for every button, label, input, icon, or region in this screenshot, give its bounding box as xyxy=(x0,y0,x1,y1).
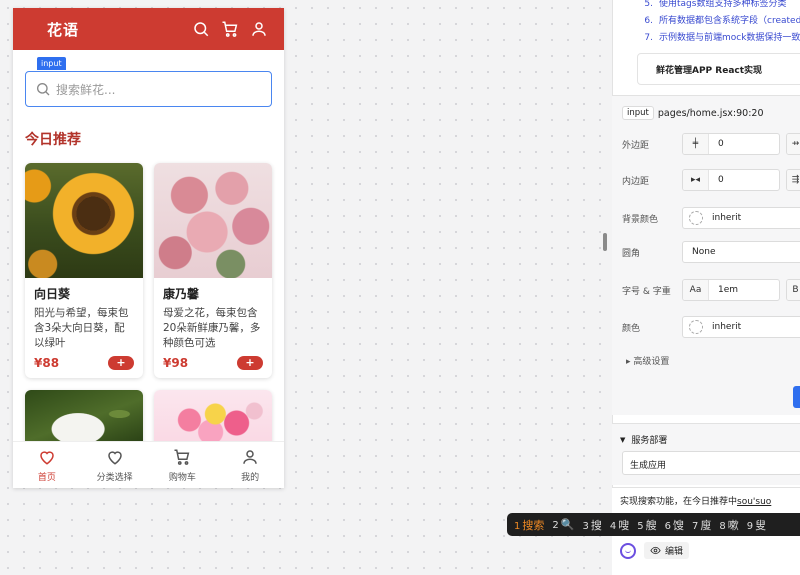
color-label: 颜色 xyxy=(622,323,641,334)
text-color-input[interactable]: inherit xyxy=(682,316,800,338)
padding-row: 内边距 ▸◂ 0 ⇶ xyxy=(622,169,800,191)
product-image xyxy=(25,163,143,278)
tab-cart[interactable]: 购物车 xyxy=(152,448,212,483)
product-card[interactable]: 康乃馨 母爱之花，每束包含20朵新鲜康乃馨，多种颜色可选 ¥98 + xyxy=(154,163,272,378)
color-row: 颜色 inherit xyxy=(622,316,800,338)
ime-candidate[interactable]: 4嗖 xyxy=(610,517,629,533)
search-placeholder: 搜索鲜花... xyxy=(56,82,116,97)
padding-side-icon: ⇶ xyxy=(787,170,800,190)
padding-label: 内边距 xyxy=(622,176,650,187)
color-swatch-icon xyxy=(689,211,703,225)
ime-candidate[interactable]: 2 🔍 xyxy=(552,518,574,531)
font-weight-icon: B xyxy=(787,280,800,300)
radius-select[interactable]: None xyxy=(682,241,800,263)
background-label: 背景颜色 xyxy=(622,214,659,225)
edit-button[interactable]: 编辑 xyxy=(644,542,690,559)
chat-history: 5. 使用tags数组支持多种标签分类 6. 所有数据都包含系统字段（created… xyxy=(613,0,800,92)
section-title: 今日推荐 xyxy=(25,132,81,148)
margin-icon: ╪ xyxy=(683,134,709,154)
background-row: 背景颜色 inherit xyxy=(622,207,800,229)
selected-element-tag: input xyxy=(37,57,66,70)
font-size-input[interactable]: Aa 1em xyxy=(682,279,780,301)
element-path: pages/home.jsx:90:20 xyxy=(657,107,764,119)
margin-secondary-input[interactable]: ⇸ xyxy=(786,133,800,155)
ime-candidate[interactable]: 3搜 xyxy=(582,517,601,533)
add-to-cart-button[interactable]: + xyxy=(108,356,134,370)
padding-icon: ▸◂ xyxy=(683,170,709,190)
deploy-toggle[interactable]: ▼ 服务部署 xyxy=(620,433,667,447)
tab-label: 我的 xyxy=(241,472,260,483)
product-desc: 阳光与希望，每束包含3朵大向日葵，配以绿叶 xyxy=(34,307,129,349)
font-label: 字号 & 字重 xyxy=(622,286,671,297)
artifact-card[interactable]: 鲜花管理APP React实现 xyxy=(637,53,800,85)
search-wrapper: input 搜索鲜花... xyxy=(25,57,272,107)
heart-icon xyxy=(40,450,54,465)
style-properties-panel: input pages/home.jsx:90:20 外边距 ╪ 0 ⇸ 内边距… xyxy=(612,95,800,415)
margin-row: 外边距 ╪ 0 ⇸ xyxy=(622,133,800,155)
deploy-section: ▼ 服务部署 生成应用 xyxy=(612,423,800,485)
padding-input[interactable]: ▸◂ 0 xyxy=(682,169,780,191)
element-tag-chip: input xyxy=(622,106,654,120)
padding-secondary-input[interactable]: ⇶ xyxy=(786,169,800,191)
color-swatch-icon xyxy=(689,320,703,334)
panel-resize-handle[interactable] xyxy=(603,233,607,251)
font-size-icon: Aa xyxy=(683,280,709,300)
product-grid: 向日葵 阳光与希望，每束包含3朵大向日葵，配以绿叶 ¥88 + 康乃馨 母爱之花… xyxy=(25,163,284,450)
product-desc: 母爱之花，每束包含20朵新鲜康乃馨，多种颜色可选 xyxy=(163,307,261,349)
heart-outline-icon xyxy=(107,450,122,465)
tab-label: 购物车 xyxy=(168,472,196,483)
generate-app-button[interactable]: 生成应用 xyxy=(622,451,800,475)
font-weight-input[interactable]: B xyxy=(786,279,800,301)
margin-input[interactable]: ╪ 0 xyxy=(682,133,780,155)
eye-icon xyxy=(650,546,661,555)
chat-line: 5. 使用tags数组支持多种标签分类 xyxy=(644,0,787,9)
ime-candidate[interactable]: 6馊 xyxy=(665,517,684,533)
tab-category[interactable]: 分类选择 xyxy=(85,448,145,483)
product-price: ¥98 xyxy=(163,356,189,370)
ime-candidate[interactable]: 7廋 xyxy=(692,517,711,533)
search-icon[interactable] xyxy=(190,18,212,40)
ime-candidate[interactable]: 1 搜索 xyxy=(514,517,544,533)
margin-side-icon: ⇸ xyxy=(787,134,800,154)
radius-row: 圆角 None xyxy=(622,241,800,263)
product-price: ¥88 xyxy=(34,356,60,370)
prompt-toolbar: 编辑 xyxy=(620,542,690,559)
ime-candidate[interactable]: 8嗽 xyxy=(719,517,738,533)
tab-home[interactable]: 首页 xyxy=(17,448,77,483)
radius-label: 圆角 xyxy=(622,248,641,259)
user-icon[interactable] xyxy=(248,18,270,40)
apply-button[interactable] xyxy=(793,386,800,408)
add-to-cart-button[interactable]: + xyxy=(237,356,263,370)
cart-icon[interactable] xyxy=(219,18,241,40)
advanced-settings-toggle[interactable]: ▸ 高级设置 xyxy=(626,354,669,367)
tab-label: 首页 xyxy=(37,472,56,483)
prompt-text[interactable]: 实现搜索功能，在今日推荐中sou'suo xyxy=(620,494,771,507)
ime-candidate[interactable]: 5艘 xyxy=(637,517,656,533)
margin-label: 外边距 xyxy=(622,140,650,151)
search-icon xyxy=(37,83,50,96)
ime-candidate-bar: 1 搜索 2 🔍 3搜 4嗖 5艘 6馊 7廋 8嗽 9叟 xyxy=(507,513,800,536)
background-color-input[interactable]: inherit xyxy=(682,207,800,229)
product-name: 康乃馨 xyxy=(163,287,200,301)
cart-icon xyxy=(174,449,190,465)
tab-profile[interactable]: 我的 xyxy=(220,448,280,483)
phone-preview: 花语 input 搜索鲜花... 今日推荐 向日葵 阳光与希望，每束包含3朵大向… xyxy=(13,8,284,488)
product-name: 向日葵 xyxy=(34,287,71,301)
user-icon xyxy=(243,449,257,464)
tab-label: 分类选择 xyxy=(96,472,133,483)
search-input[interactable]: 搜索鲜花... xyxy=(25,71,272,107)
font-row: 字号 & 字重 Aa 1em B xyxy=(622,279,800,301)
assistant-logo-icon[interactable] xyxy=(620,542,636,559)
app-title: 花语 xyxy=(47,20,80,39)
chat-line: 6. 所有数据都包含系统字段（createdA xyxy=(644,16,800,26)
chat-line: 7. 示例数据与前端mock数据保持一致， xyxy=(644,33,800,43)
app-header: 花语 xyxy=(13,8,284,50)
bottom-tab-bar: 首页 分类选择 购物车 我的 xyxy=(13,441,284,488)
caret-down-icon: ▼ xyxy=(620,435,626,444)
product-image xyxy=(154,163,272,278)
ime-candidate[interactable]: 9叟 xyxy=(747,517,766,533)
product-card[interactable]: 向日葵 阳光与希望，每束包含3朵大向日葵，配以绿叶 ¥88 + xyxy=(25,163,143,378)
